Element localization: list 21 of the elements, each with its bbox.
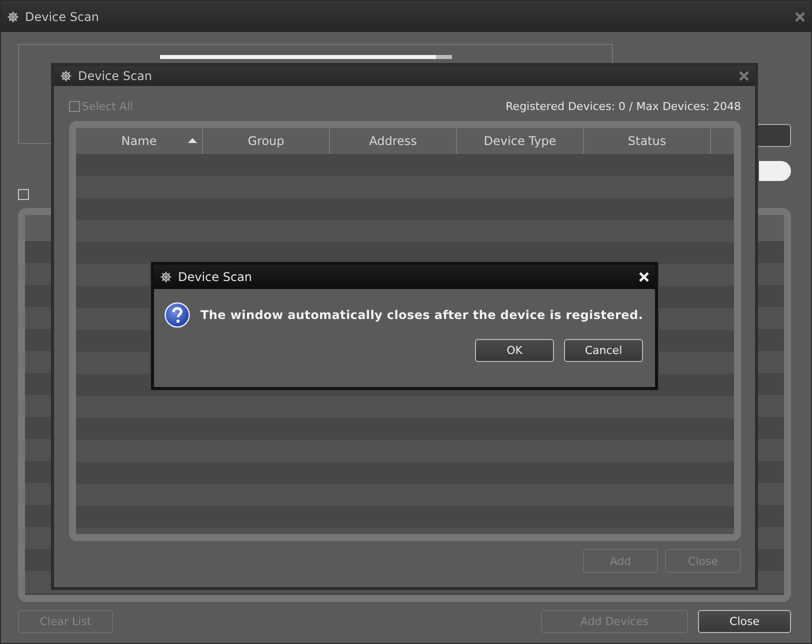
button[interactable] <box>758 124 791 147</box>
dialog-button[interactable]: Cancel <box>564 339 643 362</box>
column-header[interactable]: Status <box>584 128 711 154</box>
dialog-button[interactable]: OK <box>475 339 554 362</box>
gear-icon <box>7 10 19 22</box>
window-title: Device Scan <box>78 69 154 83</box>
dialog-message: The window automatically closes after the device is registered. <box>200 308 643 322</box>
dialog-title: Device Scan <box>178 270 254 284</box>
checkbox[interactable] <box>18 189 29 200</box>
sort-arrow-icon <box>188 138 197 143</box>
column-header[interactable]: Device Type <box>457 128 584 154</box>
device-count: Registered Devices: 0 / Max Devices: 2048 <box>506 100 741 113</box>
column-header[interactable]: Address <box>330 128 457 154</box>
gear-icon <box>60 70 72 82</box>
dropdown-field[interactable] <box>160 55 452 59</box>
column-header[interactable]: Name <box>76 128 203 154</box>
footer-button[interactable]: Close <box>698 610 791 633</box>
input-field[interactable] <box>759 161 791 181</box>
window-title: Device Scan <box>25 10 100 24</box>
column-header[interactable]: Group <box>203 128 330 154</box>
gear-icon <box>160 271 172 283</box>
